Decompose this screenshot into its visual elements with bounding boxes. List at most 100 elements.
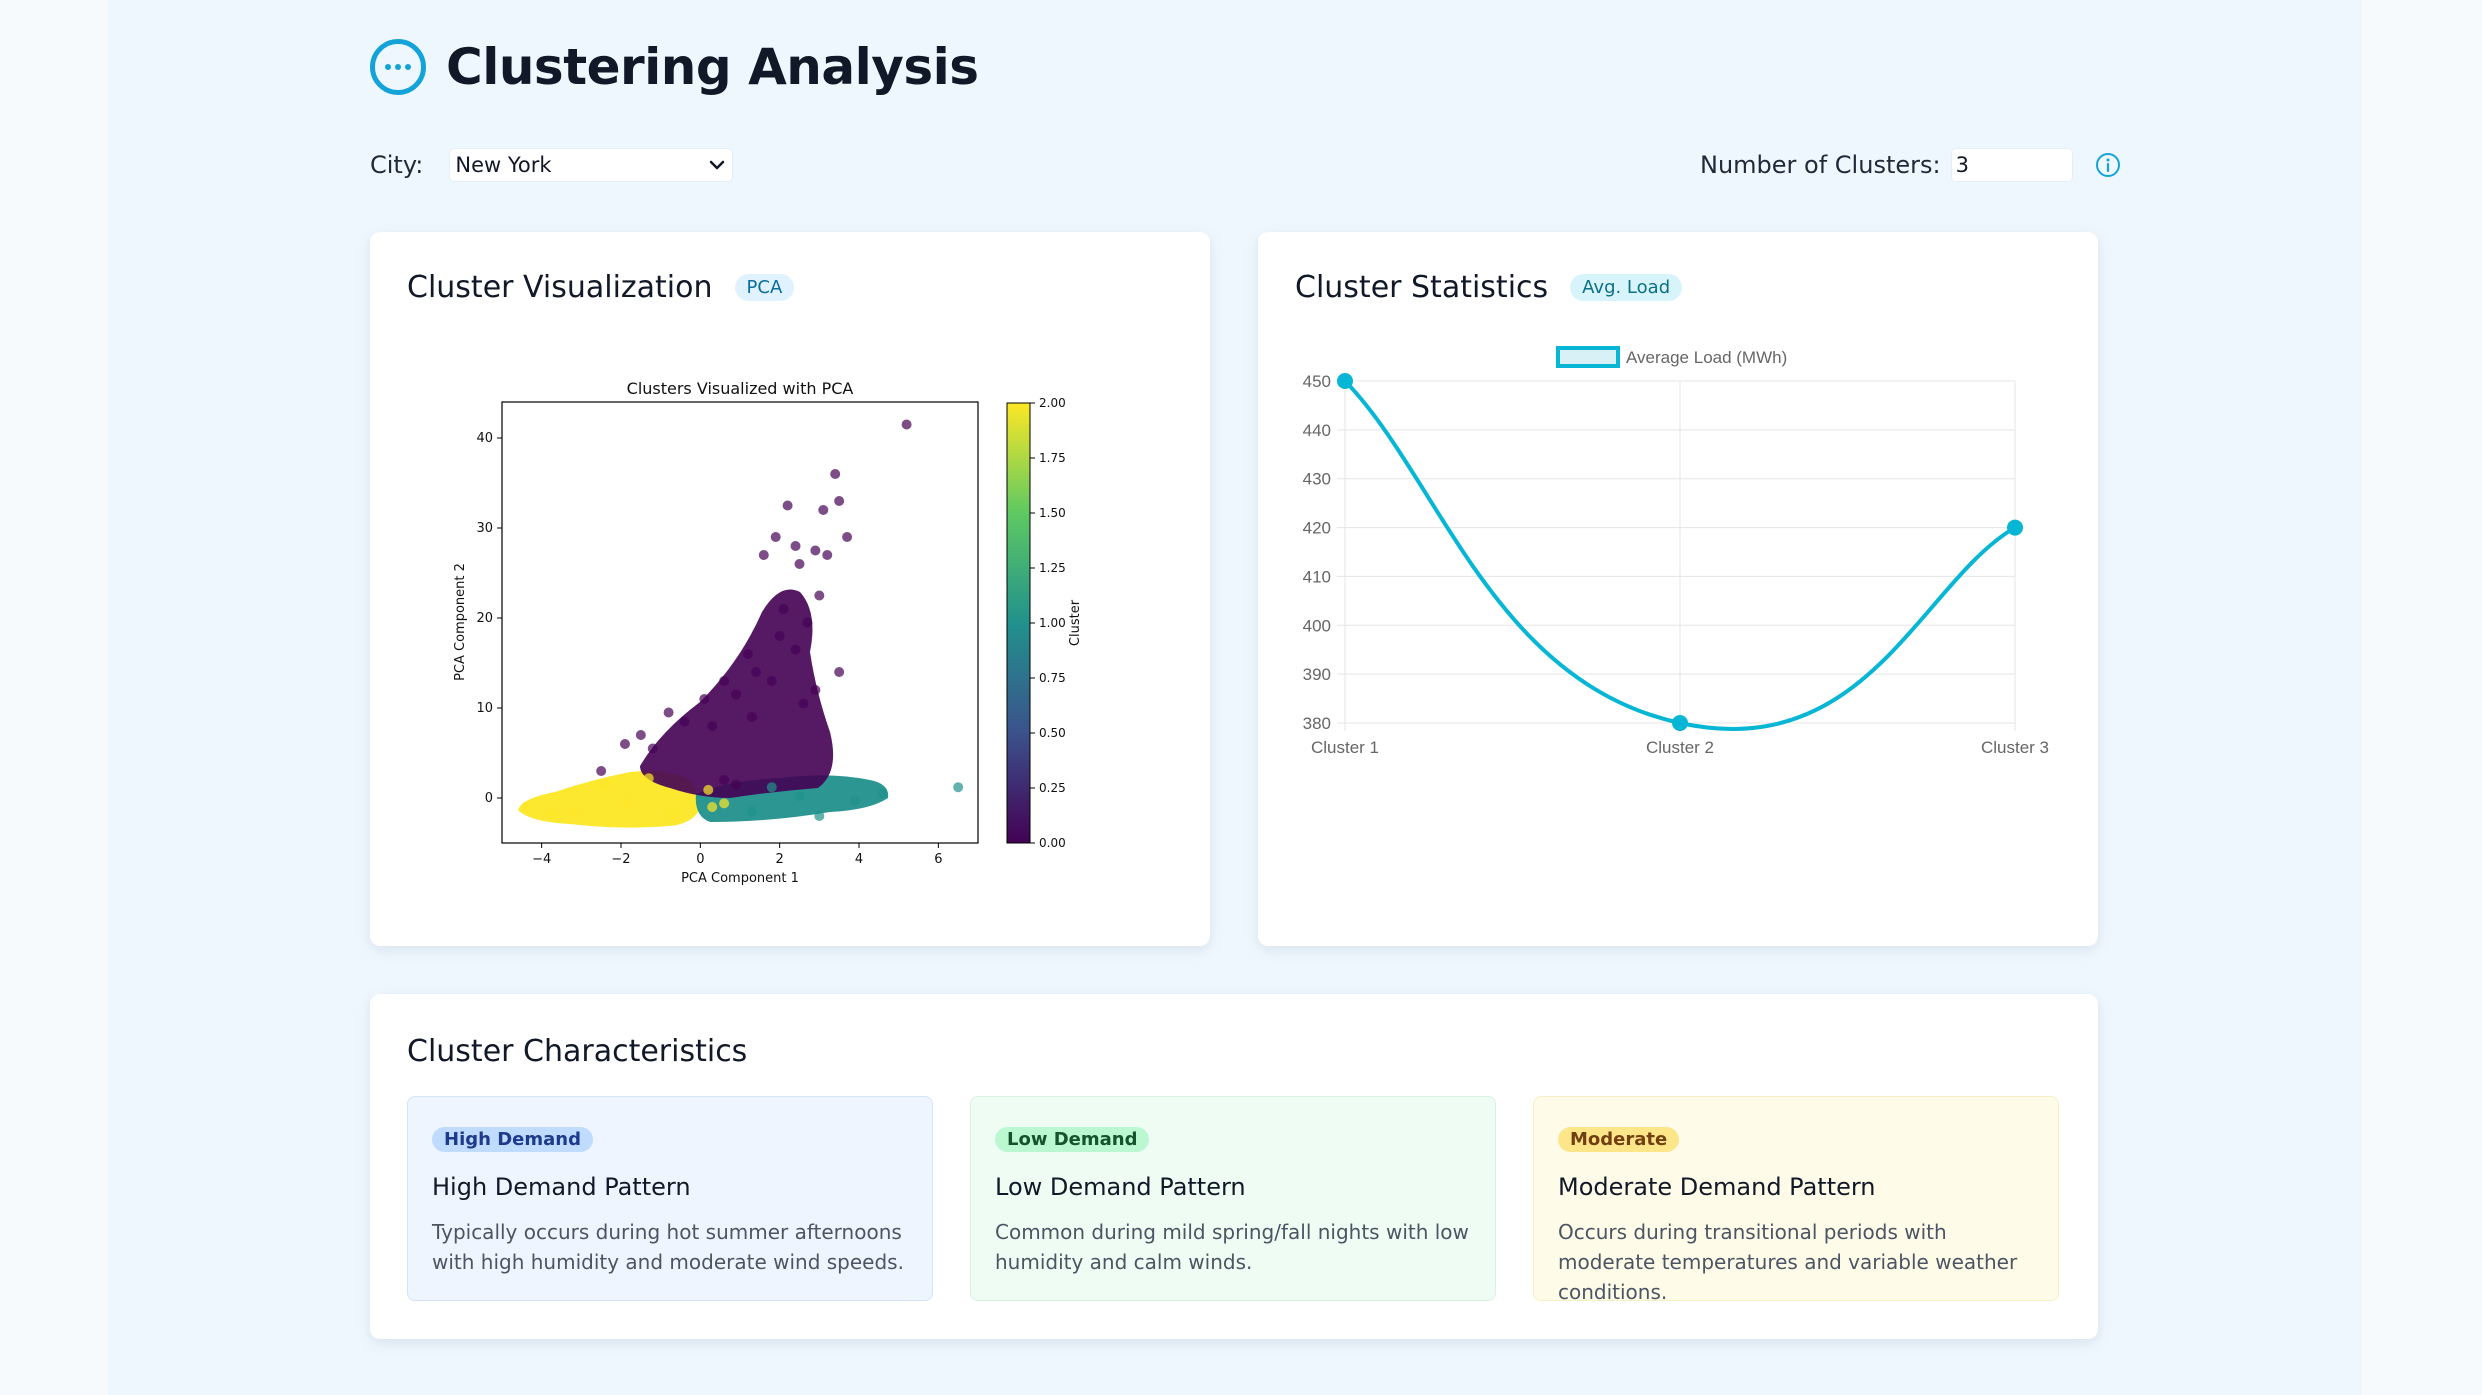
scatter-point (568, 806, 579, 817)
y-tick-label: 400 (1303, 616, 1331, 635)
line-point[interactable] (1672, 715, 1688, 731)
cluster-characteristics-card: Cluster Characteristics High Demand High… (370, 994, 2098, 1339)
y-tick-label: 420 (1303, 519, 1331, 538)
scatter-point (790, 541, 801, 551)
scatter-point (810, 685, 821, 695)
scatter-point (643, 773, 654, 784)
scatter-point (814, 590, 825, 601)
scatter-point (798, 698, 809, 709)
colorbar-tick-label: 1.25 (1039, 561, 1066, 575)
average-load-line-chart: Average Load (MWh) 450 440 430 420 410 400 390… (1303, 346, 2049, 757)
x-tick-label: Cluster 3 (1981, 738, 2049, 757)
scatter-title: Clusters Visualized with PCA (627, 379, 854, 398)
scatter-point (731, 779, 742, 790)
clusters-input-value: 3 (1955, 153, 1969, 177)
clusters-label: Number of Clusters: (1700, 151, 1941, 179)
scatter-point (953, 782, 964, 793)
city-control: City: New York (370, 148, 734, 182)
colorbar-tick-label: 0.00 (1039, 836, 1066, 850)
scatter-point (619, 739, 630, 749)
y-tick-label: 20 (476, 611, 493, 626)
scatter-point (814, 811, 825, 821)
y-tick-label: 40 (476, 431, 493, 446)
low-demand-description: Common during mild spring/fall nights wi… (995, 1220, 1469, 1274)
line-legend[interactable]: Average Load (MWh) (1556, 346, 1787, 368)
scatter-point (703, 784, 714, 795)
scatter-point (877, 788, 888, 799)
colorbar-tick-label: 1.75 (1039, 451, 1066, 465)
high-demand-tag: High Demand (432, 1127, 593, 1152)
scatter-point (731, 689, 742, 700)
scatter-point (774, 631, 785, 641)
moderate-demand-card: Moderate Moderate Demand Pattern Occurs … (1533, 1096, 2059, 1304)
scatter-point (667, 811, 678, 821)
low-demand-title: Low Demand Pattern (995, 1173, 1246, 1201)
scatter-point (802, 617, 813, 628)
high-demand-description: Typically occurs during hot summer after… (432, 1220, 904, 1274)
colorbar-label: Cluster (1068, 599, 1083, 646)
scatter-point (623, 797, 634, 808)
y-tick-label: 380 (1303, 714, 1331, 733)
chevron-down-icon (710, 160, 725, 170)
scatter-point (707, 721, 718, 731)
scatter-point (850, 795, 861, 806)
scatter-point (647, 743, 658, 754)
scatter-point (818, 505, 829, 515)
x-tick-label: −4 (532, 852, 551, 867)
more-horizontal-circle-icon (370, 39, 426, 95)
scatter-point (742, 649, 753, 659)
legend-label: Average Load (MWh) (1626, 348, 1787, 367)
cluster-statistics-card: Cluster Statistics Avg. Load Average Loa… (1258, 232, 2098, 946)
x-tick-label: −2 (611, 852, 630, 867)
characteristics-title: Cluster Characteristics (407, 1034, 748, 1069)
scatter-point (596, 766, 607, 776)
high-demand-title: High Demand Pattern (432, 1173, 691, 1201)
page-header: Clustering Analysis (370, 38, 979, 96)
scatter-point (758, 550, 769, 560)
scatter-xlabel: PCA Component 1 (681, 871, 799, 886)
moderate-demand-description: Occurs during transitional periods with … (1558, 1220, 2018, 1304)
scatter-point (822, 550, 833, 560)
info-icon[interactable] (2095, 152, 2121, 178)
x-tick-label: 6 (934, 852, 942, 867)
scatter-point (834, 667, 845, 677)
colorbar-tick-label: 0.50 (1039, 726, 1066, 740)
y-tick-label: 10 (476, 701, 493, 716)
line-point[interactable] (1337, 373, 1353, 389)
line-point[interactable] (2007, 519, 2023, 536)
scatter-point (901, 419, 912, 430)
scatter-point (679, 716, 690, 727)
low-demand-card: Low Demand Low Demand Pattern Common dur… (970, 1096, 1496, 1301)
scatter-point (834, 496, 845, 506)
scatter-point (746, 806, 757, 817)
moderate-demand-title: Moderate Demand Pattern (1558, 1173, 1876, 1201)
colorbar-tick-label: 0.75 (1039, 671, 1066, 685)
page-title: Clustering Analysis (446, 38, 979, 96)
high-demand-card: High Demand High Demand Pattern Typicall… (407, 1096, 933, 1301)
city-select[interactable]: New York (449, 148, 734, 182)
scatter-point (520, 802, 531, 812)
y-tick-label: 430 (1303, 470, 1331, 489)
y-tick-label: 440 (1303, 421, 1331, 440)
y-tick-label: 30 (476, 521, 493, 536)
colorbar-tick-label: 1.00 (1039, 616, 1066, 630)
scatter-point (830, 469, 841, 479)
scatter-point (770, 532, 781, 542)
colorbar-tick-label: 2.00 (1039, 396, 1066, 410)
scatter-point (548, 809, 559, 820)
pca-scatter-plot: Clusters Visualized with PCA −4 −2 0 2 4 6 0 10… (453, 379, 1083, 886)
scatter-point (794, 791, 805, 802)
clusters-control: Number of Clusters: 3 (1700, 148, 2121, 182)
scatter-point (663, 707, 674, 718)
colorbar-tick-label: 1.50 (1039, 506, 1066, 520)
scatter-point (746, 712, 757, 722)
scatter-point (719, 798, 730, 809)
scatter-point (790, 644, 801, 655)
scatter-point (810, 545, 821, 556)
scatter-point (778, 604, 789, 614)
scatter-point (707, 802, 718, 812)
clusters-input[interactable]: 3 (1950, 148, 2073, 182)
x-tick-label: 4 (855, 852, 863, 867)
scatter-ylabel: PCA Component 2 (453, 563, 468, 681)
colorbar (1006, 402, 1031, 844)
